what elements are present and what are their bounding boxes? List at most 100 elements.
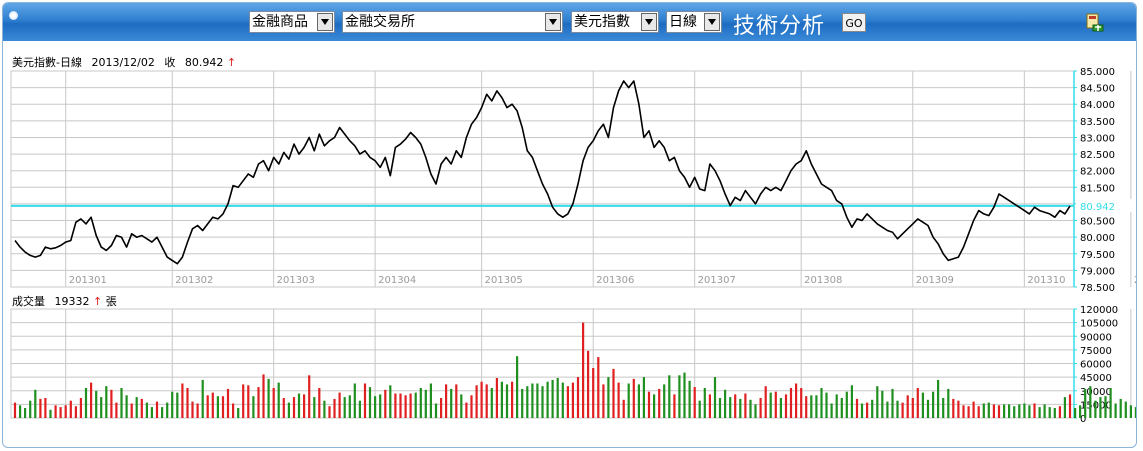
- volume-bar: [277, 382, 280, 418]
- volume-bar: [906, 395, 909, 418]
- go-button[interactable]: GO: [842, 13, 866, 32]
- period-select-value: 日線: [669, 14, 697, 30]
- volume-bar: [1079, 405, 1082, 418]
- price-y-tick-label: 80.500: [1080, 217, 1115, 228]
- volume-bar: [693, 387, 696, 418]
- index-select-value: 美元指數: [574, 14, 630, 30]
- volume-bar: [1084, 388, 1087, 418]
- volume-bar: [673, 394, 676, 418]
- volume-bar: [1053, 408, 1056, 418]
- volume-bar: [526, 386, 529, 418]
- volume-bar: [242, 384, 245, 418]
- volume-bar: [13, 402, 17, 418]
- price-x-tick-label: 201310: [1027, 275, 1065, 286]
- volume-bar: [100, 397, 103, 418]
- price-y-tick-label: 85.000: [1080, 67, 1115, 78]
- volume-bar: [516, 356, 519, 418]
- price-x-tick-label: 201309: [916, 275, 954, 286]
- volume-bar: [551, 379, 554, 418]
- volume-bar: [1008, 404, 1011, 418]
- volume-bar: [440, 398, 443, 418]
- volume-bar: [69, 400, 72, 418]
- volume-bar: [429, 383, 432, 418]
- volume-bar: [1094, 400, 1097, 418]
- volume-bar: [176, 392, 179, 418]
- volume-bar: [166, 402, 169, 418]
- volume-bar: [1089, 386, 1092, 418]
- volume-y-tick-label: 120000: [1080, 305, 1118, 316]
- volume-bar: [977, 406, 980, 418]
- volume-bar: [59, 407, 62, 418]
- volume-bar: [1099, 397, 1102, 418]
- volume-bar: [308, 375, 311, 418]
- exchange-select[interactable]: 金融交易所: [342, 11, 563, 33]
- volume-bar: [845, 391, 848, 418]
- volume-bar: [313, 397, 316, 418]
- volume-bar: [282, 398, 285, 418]
- volume-bar: [1074, 408, 1077, 418]
- volume-bar: [485, 384, 488, 418]
- volume-bar: [196, 403, 199, 418]
- volume-unit: 張: [106, 295, 117, 308]
- price-arrow: ↑: [227, 56, 236, 69]
- volume-bar: [622, 399, 625, 418]
- volume-bar: [876, 386, 879, 418]
- volume-value: 19332: [55, 295, 90, 308]
- volume-bar: [718, 398, 722, 418]
- volume-bar: [739, 398, 742, 418]
- volume-bar: [1048, 407, 1051, 418]
- volume-bar: [155, 401, 159, 418]
- volume-bar: [150, 407, 153, 418]
- volume-bar: [617, 382, 620, 418]
- volume-bar: [1068, 394, 1072, 418]
- volume-bar: [658, 388, 661, 418]
- volume-bar: [683, 372, 686, 418]
- volume-bar: [1124, 401, 1127, 418]
- price-y-tick-label: 81.500: [1080, 183, 1115, 194]
- volume-bar: [54, 405, 57, 418]
- volume-bar: [729, 397, 732, 418]
- index-select[interactable]: 美元指數: [571, 11, 659, 33]
- volume-bar: [24, 408, 27, 418]
- volume-bar: [754, 404, 757, 418]
- price-y-tick-label: 80.000: [1080, 233, 1115, 244]
- chart-svg: 美元指數-日線 2013/12/02 收 80.942 ↑ 201301 2013…: [10, 55, 1136, 425]
- price-y-tick-label: 82.500: [1080, 150, 1115, 161]
- volume-bar: [455, 384, 458, 418]
- volume-bar: [1028, 405, 1031, 418]
- price-title-prefix: 美元指數-日線: [12, 55, 82, 69]
- volume-bar: [445, 384, 448, 418]
- volume-bar: [932, 391, 935, 418]
- volume-bar: [480, 381, 483, 418]
- volume-bar: [303, 394, 306, 418]
- volume-bar: [566, 386, 569, 418]
- volume-bar: [820, 388, 823, 418]
- volume-bar: [470, 395, 473, 418]
- period-select[interactable]: 日線: [666, 11, 722, 33]
- volume-bar: [358, 400, 361, 418]
- volume-bar: [582, 322, 585, 418]
- volume-bar: [475, 385, 478, 418]
- volume-bar: [95, 390, 98, 419]
- volume-bar: [759, 398, 762, 418]
- current-level-label: 80.942: [1080, 202, 1115, 213]
- price-x-tick-label: 201311: [1134, 275, 1136, 286]
- volume-bar: [221, 396, 225, 418]
- volume-bar: [186, 388, 189, 418]
- volume-bar: [871, 399, 874, 418]
- volume-bar: [120, 388, 123, 418]
- export-icon[interactable]: [1085, 13, 1105, 33]
- volume-bar: [39, 398, 42, 418]
- volume-bar: [338, 392, 341, 418]
- price-x-tick-label: 201305: [485, 275, 523, 286]
- volume-bar: [749, 399, 752, 418]
- volume-bar: [835, 394, 838, 418]
- volume-bar: [744, 393, 747, 418]
- volume-bar: [374, 396, 377, 418]
- volume-bar: [74, 406, 77, 418]
- volume-bar: [795, 383, 798, 418]
- volume-bar: [881, 390, 884, 419]
- volume-bar: [789, 388, 793, 418]
- category-select[interactable]: 金融商品: [249, 11, 335, 33]
- volume-bar: [815, 395, 818, 418]
